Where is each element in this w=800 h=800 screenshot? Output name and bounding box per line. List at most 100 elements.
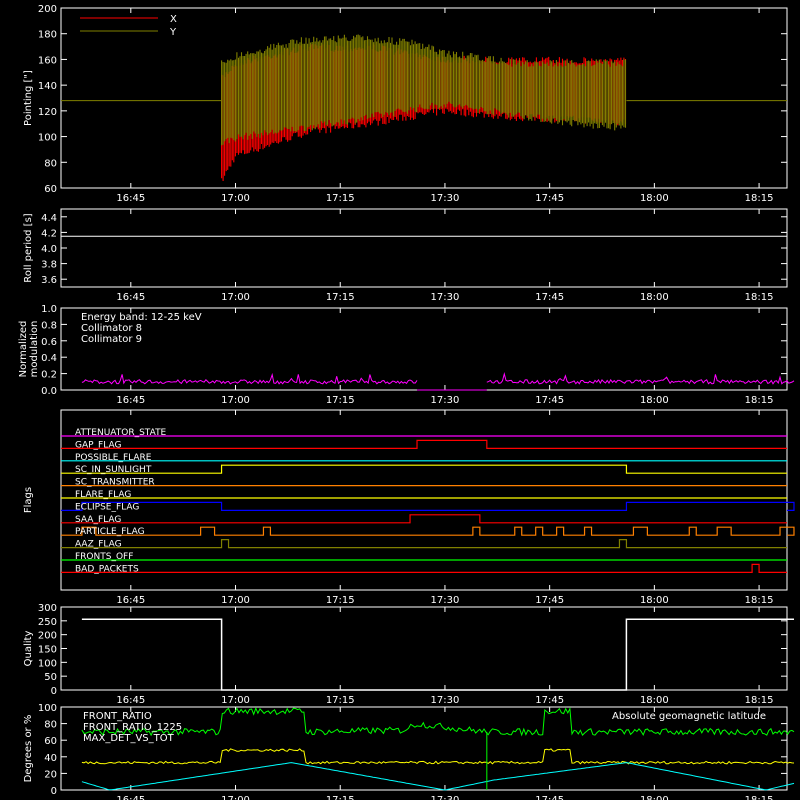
flag-fronts_off-label: FRONTS_OFF xyxy=(75,552,133,562)
panel-5-xtick-label: 17:15 xyxy=(326,695,355,706)
panel-3-xtick-label: 17:30 xyxy=(431,395,460,406)
flag-gap_flag-line xyxy=(61,439,787,449)
panel-5-xtick-label: 16:45 xyxy=(116,695,145,706)
panel-1-ytick-label: 140 xyxy=(38,81,57,92)
flag-aaz_flag-label: AAZ_FLAG xyxy=(75,540,122,550)
flag-sc_in_sunlight-label: SC_IN_SUNLIGHT xyxy=(75,465,152,475)
flag-saa_flag-line xyxy=(61,514,787,524)
panel-2-ylabel: Roll period [s] xyxy=(23,213,34,282)
panel-1-ytick-label: 60 xyxy=(44,184,57,195)
flag-sc_in_sunlight-line xyxy=(61,464,787,474)
lightcurve-figure: 16:45 17:00 17:15 17:30 17:45 18:00 18:15 60 80 1… xyxy=(18,4,795,800)
panel-2-xtick-label: 17:15 xyxy=(326,292,355,303)
panel-6-xtick-label: 17:00 xyxy=(221,795,250,800)
panel-5-ytick-label: 100 xyxy=(38,658,57,669)
panel-1-ytick-label: 200 xyxy=(38,4,57,15)
panel-6-ylabel: Degrees or % xyxy=(23,715,34,783)
flag-gap_flag-label: GAP_FLAG xyxy=(75,440,121,450)
panel-6-xtick-label: 17:15 xyxy=(326,795,355,800)
ratio-legend-0: FRONT_RATIO xyxy=(83,711,152,722)
legend-x-label: X xyxy=(170,14,177,25)
panel-5-xtick-label: 18:15 xyxy=(745,695,774,706)
panel-5-ytick-label: 300 xyxy=(38,603,57,614)
panel-5-ytick-label: 250 xyxy=(38,617,57,628)
panel-1-ytick-label: 180 xyxy=(38,30,57,41)
panel-1-xtick-label: 17:15 xyxy=(326,193,355,204)
flag-attenuator_state-label: ATTENUATOR_STATE xyxy=(75,428,167,438)
panel-3-xtick-label: 16:45 xyxy=(116,395,145,406)
panel-6-ytick-label: 40 xyxy=(44,753,57,764)
ratio-legend-2: MAX_DET_VS_TOT xyxy=(83,733,175,744)
panel-1-ytick-label: 120 xyxy=(38,107,57,118)
panel-3-ytick-label: 1.0 xyxy=(41,304,57,315)
flag-bad_packets-line xyxy=(61,563,787,573)
panel-1-xtick-label: 18:15 xyxy=(745,193,774,204)
flag-possible_flare-label: POSSIBLE_FLARE xyxy=(75,453,152,463)
series-front_ratio xyxy=(81,748,795,765)
panel-3-ytick-label: 0.0 xyxy=(41,386,57,397)
panel-4-xtick-label: 17:30 xyxy=(431,595,460,606)
panel-3-xtick-label: 17:15 xyxy=(326,395,355,406)
panel-2-xtick-label: 18:00 xyxy=(640,292,669,303)
panel-6-xtick-label: 18:15 xyxy=(745,795,774,800)
flag-particle_flag-line xyxy=(61,526,795,536)
flag-eclipse_flag-line xyxy=(61,501,795,511)
panel-3-ytick-label: 0.8 xyxy=(41,320,57,331)
panel-5-ytick-label: 200 xyxy=(38,631,57,642)
panel-4-xtick-label: 17:45 xyxy=(535,595,564,606)
panel-3-xtick-label: 17:45 xyxy=(535,395,564,406)
panel-1-ytick-label: 100 xyxy=(38,133,57,144)
panel-3-xtick-label: 18:00 xyxy=(640,395,669,406)
panel-2-xtick-label: 18:15 xyxy=(745,292,774,303)
panel-6-ytick-label: 100 xyxy=(38,703,57,714)
panel-4-xtick-label: 18:00 xyxy=(640,595,669,606)
flag-particle_flag-label: PARTICLE_FLAG xyxy=(75,527,145,537)
panel-3-ylabel: Normalized xyxy=(18,321,29,378)
flag-sc_transmitter-label: SC_TRANSMITTER xyxy=(75,478,155,488)
panel-5-xtick-label: 17:45 xyxy=(535,695,564,706)
ratio-legend-3: Absolute geomagnetic latitude xyxy=(612,711,766,722)
panel-3-ytick-label: 0.6 xyxy=(41,337,57,348)
series-quality xyxy=(81,618,794,691)
panel-3-xtick-label: 17:00 xyxy=(221,395,250,406)
panel-2-xtick-label: 16:45 xyxy=(116,292,145,303)
flag-saa_flag-label: SAA_FLAG xyxy=(75,515,121,525)
panel-2-ytick-label: 4.4 xyxy=(41,213,57,224)
modulation-legend-2: Collimator 9 xyxy=(81,334,142,345)
panel-3-xtick-label: 18:15 xyxy=(745,395,774,406)
panel-6-xtick-label: 18:00 xyxy=(640,795,669,800)
panel-4-xtick-label: 18:15 xyxy=(745,595,774,606)
panel-2-xtick-label: 17:00 xyxy=(221,292,250,303)
series-collimator-9 xyxy=(81,372,795,385)
panel-2-xtick-label: 17:30 xyxy=(431,292,460,303)
panel-4-ylabel: Flags xyxy=(23,487,34,513)
panel-2-ytick-label: 3.6 xyxy=(41,275,57,286)
panel-5-xtick-label: 18:00 xyxy=(640,695,669,706)
modulation-legend-1: Collimator 8 xyxy=(81,323,142,334)
ratio-legend-1: FRONT_RATIO_1225 xyxy=(83,722,182,733)
panel-4-xtick-label: 17:00 xyxy=(221,595,250,606)
panel-1-xtick-label: 17:30 xyxy=(431,193,460,204)
panel-6-ytick-label: 80 xyxy=(44,720,57,731)
panel-6-xtick-label: 16:45 xyxy=(116,795,145,800)
panel-3-ytick-label: 0.2 xyxy=(41,370,57,381)
panel-6-ytick-label: 0 xyxy=(51,786,57,797)
flag-eclipse_flag-label: ECLIPSE_FLAG xyxy=(75,502,139,512)
panel-5-ylabel: Quality xyxy=(23,631,34,667)
panel-1-xtick-label: 16:45 xyxy=(116,193,145,204)
panel-2-ytick-label: 4.0 xyxy=(41,244,57,255)
panel-5-ytick-label: 50 xyxy=(44,672,57,683)
panel-1-xtick-label: 17:45 xyxy=(535,193,564,204)
panel-6-ytick-label: 60 xyxy=(44,736,57,747)
panel-5-ytick-label: 150 xyxy=(38,645,57,656)
panel-1-ytick-label: 160 xyxy=(38,55,57,66)
panel-1-ylabel: Pointing ["] xyxy=(23,70,34,126)
panel-1-xtick-label: 17:00 xyxy=(221,193,250,204)
panel-6-xtick-label: 17:45 xyxy=(535,795,564,800)
panel-4-xtick-label: 17:15 xyxy=(326,595,355,606)
flag-aaz_flag-line xyxy=(61,539,787,549)
panel-3-ylabel: modulation xyxy=(29,321,40,378)
panel-2-frame xyxy=(60,208,788,288)
modulation-legend-0: Energy band: 12-25 keV xyxy=(81,312,202,323)
panel-3-ytick-label: 0.4 xyxy=(41,353,57,364)
